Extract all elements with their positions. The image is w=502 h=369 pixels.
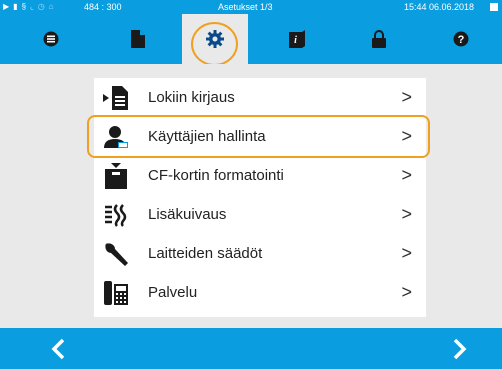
coordinates-readout: 484 : 300 (84, 2, 122, 12)
clock-icon: ◷ (37, 2, 45, 11)
status-square-icon (490, 3, 498, 11)
chevron-right-icon (453, 338, 467, 359)
chevron-right-icon: > (401, 126, 412, 146)
svg-text:?: ? (458, 34, 465, 46)
list-icon (43, 31, 59, 47)
tab-settings[interactable] (182, 14, 248, 64)
steam-icon: § (21, 2, 27, 11)
menu-item-label: Palvelu (148, 284, 198, 301)
menu-item-log-output[interactable]: Lokiin kirjaus > (94, 78, 426, 117)
next-page-button[interactable] (440, 328, 480, 369)
tab-document[interactable] (105, 14, 171, 64)
chart-icon: ⌞ (30, 2, 34, 11)
previous-page-button[interactable] (38, 328, 78, 369)
tab-lock[interactable] (346, 14, 412, 64)
help-icon: ? (453, 31, 469, 47)
menu-item-label: CF-kortin formatointi (148, 167, 284, 184)
wrench-icon (102, 240, 130, 268)
service-phone-icon (102, 279, 130, 307)
chevron-right-icon: > (401, 204, 412, 224)
chevron-left-icon (51, 338, 65, 359)
footer-bar (0, 328, 502, 369)
menu-item-user-management[interactable]: Käyttäjien hallinta > (94, 117, 426, 156)
lock-icon: ⌂ (48, 2, 54, 11)
play-icon: ▶ (3, 2, 10, 11)
menu-item-service[interactable]: Palvelu > (94, 273, 426, 312)
tab-list[interactable] (18, 14, 84, 64)
tab-help[interactable]: ? (428, 14, 494, 64)
info-book-icon: i (289, 30, 305, 48)
drying-icon (102, 201, 130, 229)
document-icon (131, 30, 145, 48)
menu-item-label: Lokiin kirjaus (148, 89, 235, 106)
user-management-icon (102, 123, 130, 151)
menu-item-label: Lisäkuivaus (148, 206, 227, 223)
status-icons: ▶ ▮ § ⌞ ◷ ⌂ (3, 0, 54, 14)
tab-info[interactable]: i (264, 14, 330, 64)
chevron-right-icon: > (401, 282, 412, 302)
menu-item-device-settings[interactable]: Laitteiden säädöt > (94, 234, 426, 273)
screen-title: Asetukset 1/3 (218, 2, 273, 12)
status-bar: ▶ ▮ § ⌞ ◷ ⌂ 484 : 300 Asetukset 1/3 15:4… (0, 0, 502, 14)
menu-item-cf-card-format[interactable]: CF-kortin formatointi > (94, 156, 426, 195)
chevron-right-icon: > (401, 243, 412, 263)
lock-icon (372, 30, 386, 48)
document-icon: ▮ (13, 2, 18, 11)
chevron-right-icon: > (401, 165, 412, 185)
cf-card-format-icon (102, 162, 130, 190)
datetime: 15:44 06.06.2018 (404, 2, 475, 12)
gear-icon (206, 30, 224, 48)
menu-item-label: Laitteiden säädöt (148, 245, 263, 262)
svg-text:i: i (294, 35, 297, 46)
menu-item-label: Käyttäjien hallinta (148, 128, 266, 145)
nav-bar: i ? (0, 14, 502, 64)
log-output-icon (102, 84, 130, 112)
menu-item-drying[interactable]: Lisäkuivaus > (94, 195, 426, 234)
chevron-right-icon: > (401, 87, 412, 107)
